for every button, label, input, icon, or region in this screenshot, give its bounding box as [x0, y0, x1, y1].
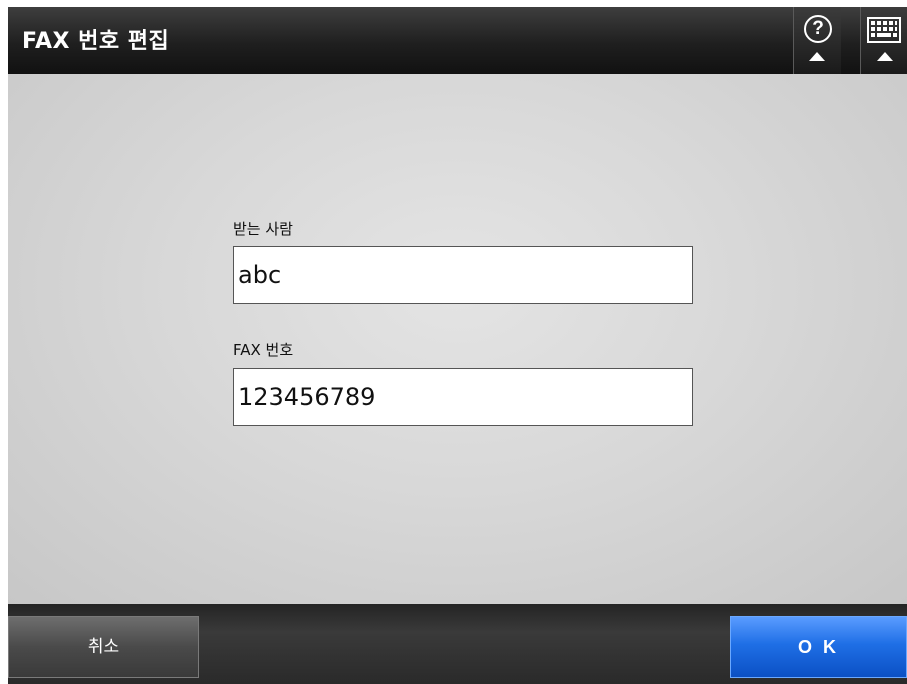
help-button[interactable]: ?: [793, 7, 841, 74]
triangle-up-icon: [877, 52, 893, 61]
cancel-button[interactable]: 취소: [8, 616, 199, 678]
keyboard-button[interactable]: [860, 7, 907, 74]
keyboard-icon: [867, 17, 901, 43]
app-window: FAX 번호 편집 ? 받는 사람 abc FAX 번호 123456789 취…: [8, 7, 907, 684]
fax-number-input[interactable]: 123456789: [233, 368, 693, 426]
footer-bar: 취소 O K: [8, 604, 907, 684]
recipient-input[interactable]: abc: [233, 246, 693, 304]
recipient-label: 받는 사람: [233, 220, 293, 238]
page-title: FAX 번호 편집: [22, 29, 170, 54]
help-icon: ?: [804, 15, 832, 43]
triangle-up-icon: [809, 52, 825, 61]
title-bar: FAX 번호 편집 ?: [8, 7, 907, 74]
ok-button[interactable]: O K: [730, 616, 907, 678]
content-area: 받는 사람 abc FAX 번호 123456789: [8, 74, 907, 604]
fax-number-label: FAX 번호: [233, 341, 294, 359]
